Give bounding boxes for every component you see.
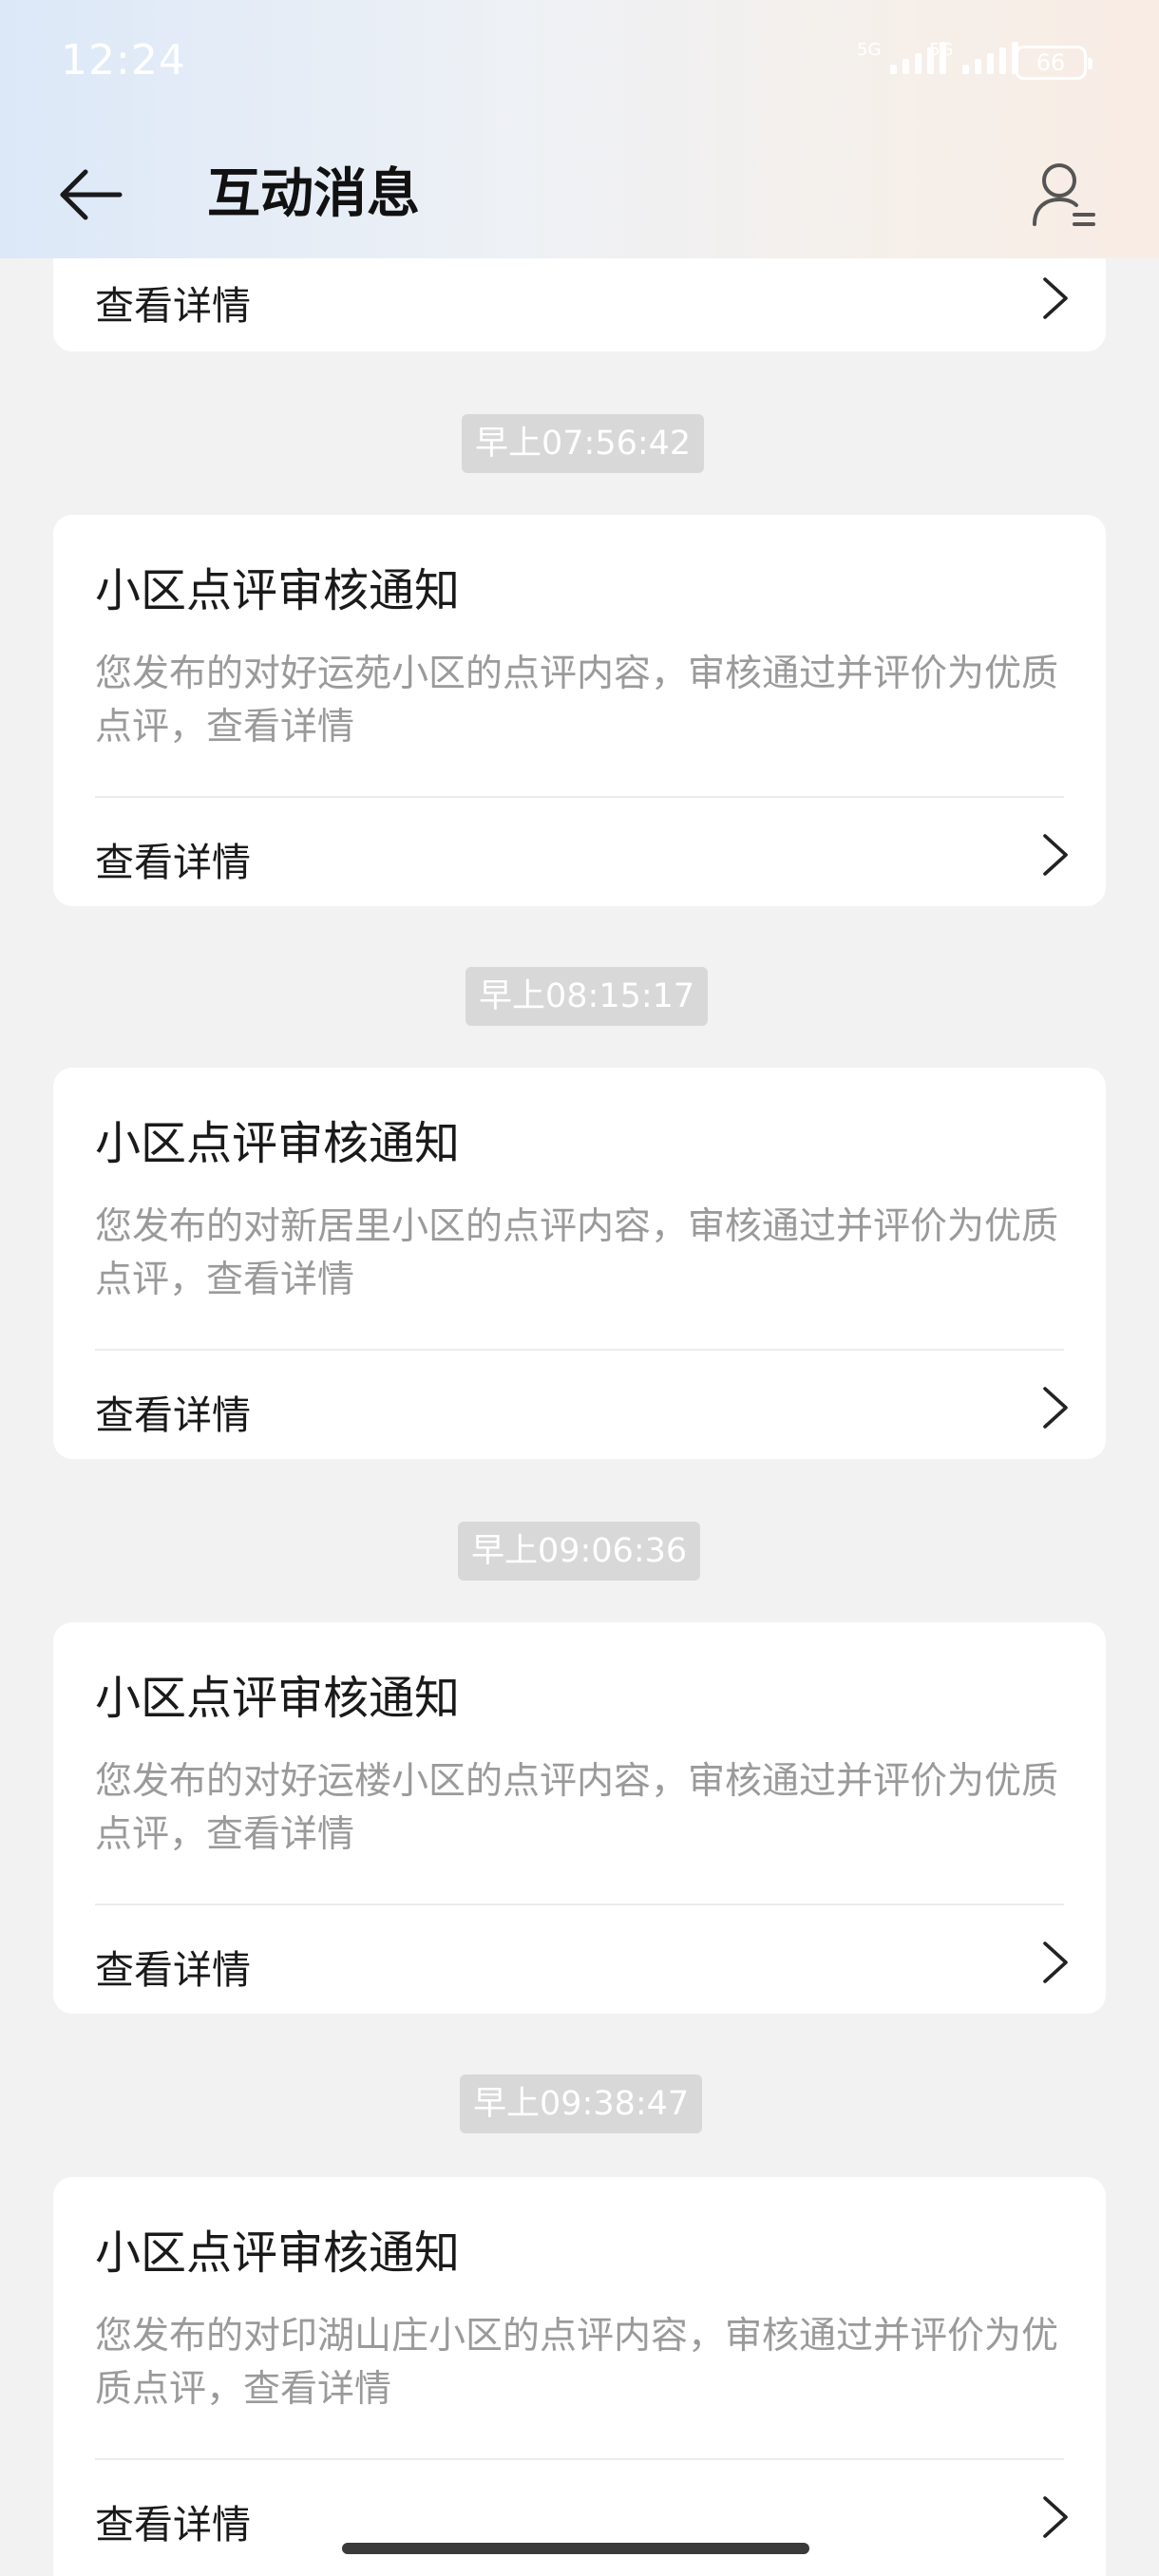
chevron-right-icon	[1043, 834, 1068, 876]
chevron-right-icon	[1043, 2496, 1068, 2538]
page-title: 互动消息	[207, 163, 420, 225]
view-details-link[interactable]: 查看详情	[53, 1905, 1106, 2016]
nav-bar: 互动消息	[0, 142, 1159, 247]
home-indicator[interactable]	[342, 2543, 809, 2554]
timestamp-badge: 早上07:56:42	[462, 414, 705, 473]
signal-strength-2: 5G	[929, 40, 1019, 74]
message-body: 您发布的对好运苑小区的点评内容，审核通过并评价为优质点评，查看详情	[95, 653, 1059, 748]
header: 12:24 5G 5G 66 互动消息	[0, 0, 1159, 258]
view-details-link[interactable]: 查看详情	[53, 798, 1106, 908]
view-details-label: 查看详情	[95, 1947, 251, 1993]
view-details-label: 查看详情	[95, 283, 251, 329]
message-card[interactable]: 小区点评审核通知 您发布的对好运苑小区的点评内容，审核通过并评价为优质点评，查看…	[53, 515, 1106, 906]
message-body: 您发布的对新居里小区的点评内容，审核通过并评价为优质点评，查看详情	[95, 1205, 1059, 1301]
screen: 查看详情 早上07:56:42 小区点评审核通知 您发布的对好运苑小区的点评内容…	[0, 0, 1159, 2576]
message-card[interactable]: 小区点评审核通知 您发布的对新居里小区的点评内容，审核通过并评价为优质点评，查看…	[53, 1068, 1106, 1459]
view-details-link[interactable]: 查看详情	[53, 1351, 1106, 1461]
view-details-label: 查看详情	[95, 840, 251, 885]
network-type: 5G	[929, 40, 954, 60]
message-body: 您发布的对印湖山庄小区的点评内容，审核通过并评价为优质点评，查看详情	[95, 2315, 1059, 2411]
message-body: 您发布的对好运楼小区的点评内容，审核通过并评价为优质点评，查看详情	[95, 1760, 1059, 1856]
message-title: 小区点评审核通知	[95, 1117, 461, 1170]
chevron-right-icon	[1043, 1941, 1068, 1983]
battery-icon: 66	[1015, 46, 1092, 80]
network-type: 5G	[857, 40, 882, 60]
message-title: 小区点评审核通知	[95, 2226, 461, 2280]
chevron-right-icon	[1043, 277, 1068, 319]
chevron-right-icon	[1043, 1387, 1068, 1429]
status-bar: 12:24 5G 5G 66	[0, 0, 1159, 123]
timestamp-badge: 早上08:15:17	[466, 967, 709, 1026]
message-title: 小区点评审核通知	[95, 564, 461, 617]
timestamp-badge: 早上09:06:36	[458, 1522, 701, 1581]
view-details-label: 查看详情	[95, 2502, 251, 2548]
view-details-label: 查看详情	[95, 1392, 251, 1438]
user-list-icon	[1033, 163, 1095, 226]
timestamp-badge: 早上09:38:47	[460, 2074, 703, 2133]
message-card[interactable]: 小区点评审核通知 您发布的对印湖山庄小区的点评内容，审核通过并评价为优质点评，查…	[53, 2177, 1106, 2576]
message-card[interactable]: 小区点评审核通知 您发布的对好运楼小区的点评内容，审核通过并评价为优质点评，查看…	[53, 1622, 1106, 2014]
user-settings-button[interactable]	[1026, 157, 1102, 233]
back-arrow-icon	[60, 169, 123, 220]
back-button[interactable]	[57, 161, 142, 228]
battery-level: 66	[1036, 49, 1066, 76]
message-title: 小区点评审核通知	[95, 1672, 461, 1725]
status-time: 12:24	[61, 36, 186, 85]
